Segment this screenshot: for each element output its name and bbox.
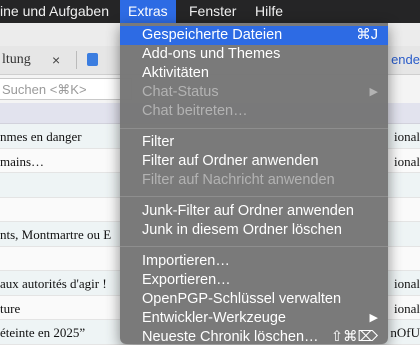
menu-fenster[interactable]: Fenster (181, 0, 244, 23)
menu-item-label: Gespeicherte Dateien (142, 27, 283, 43)
extras-dropdown-menu: Gespeicherte Dateien ⌘J Add-ons und Them… (120, 23, 388, 344)
menu-item-label: Neueste Chronik löschen… (142, 329, 319, 344)
menu-extras[interactable]: Extras (120, 0, 176, 23)
menu-item-filter-auf-nachricht[interactable]: Filter auf Nachricht anwenden (120, 171, 388, 190)
submenu-arrow-icon: ▶ (369, 312, 378, 324)
menu-item-junk-filter-auf-ordner[interactable]: Junk-Filter auf Ordner anwenden (120, 202, 388, 221)
message-correspondent: nOfU (390, 325, 420, 340)
menu-item-filter[interactable]: Filter (120, 133, 388, 152)
message-subject: éteinte en 2025” (0, 325, 86, 340)
message-subject: mains… (0, 153, 45, 169)
menu-item-label: Aktivitäten (142, 65, 209, 81)
toolbar-send-label[interactable]: ende (391, 46, 420, 74)
menu-item-junk-loeschen[interactable]: Junk in diesem Ordner löschen (120, 221, 388, 240)
menu-hilfe[interactable]: Hilfe (247, 0, 291, 23)
menu-item-label: Chat beitreten… (142, 103, 248, 119)
shortcut-label: ⌘J (356, 27, 378, 43)
menu-item-label: Entwickler-Werkzeuge (142, 310, 286, 326)
menu-item-importieren[interactable]: Importieren… (120, 252, 388, 271)
shortcut-label: ⇧⌘⌦ (330, 329, 378, 344)
search-input[interactable]: Suchen <⌘K> (0, 78, 132, 100)
menu-separator (120, 246, 388, 247)
message-subject: aux autorités d'agir ! (0, 276, 107, 291)
message-correspondent: ional (394, 129, 420, 144)
menu-termine-und-aufgaben[interactable]: ine und Aufgaben (0, 0, 117, 23)
menu-item-chat-status[interactable]: Chat-Status ▶ (120, 83, 388, 102)
menu-separator (120, 128, 388, 129)
menu-item-label: Filter auf Ordner anwenden (142, 153, 319, 169)
menu-item-label: Filter auf Nachricht anwenden (142, 172, 335, 188)
menu-item-exportieren[interactable]: Exportieren… (120, 271, 388, 290)
menu-item-filter-auf-ordner[interactable]: Filter auf Ordner anwenden (120, 152, 388, 171)
menu-item-label: Junk-Filter auf Ordner anwenden (142, 203, 354, 219)
menu-item-add-ons-und-themes[interactable]: Add-ons und Themes (120, 45, 388, 64)
menu-item-label: Exportieren… (142, 272, 231, 288)
address-book-icon[interactable] (87, 53, 98, 66)
menu-item-label: Filter (142, 134, 175, 150)
menu-item-label: Junk in diesem Ordner löschen (142, 222, 342, 238)
menu-bar: ine und Aufgaben Extras Fenster Hilfe (0, 0, 420, 23)
toolbar-divider (76, 51, 77, 69)
message-correspondent: ional (394, 276, 420, 291)
menu-item-label: Add-ons und Themes (142, 46, 281, 62)
menu-item-openpgp-schluessel[interactable]: OpenPGP-Schlüssel verwalten (120, 290, 388, 309)
menu-item-label: Chat-Status (142, 84, 219, 100)
menu-item-chat-beitreten[interactable]: Chat beitreten… (120, 102, 388, 121)
menu-separator (120, 196, 388, 197)
menu-item-entwickler-werkzeuge[interactable]: Entwickler-Werkzeuge ▶ (120, 309, 388, 328)
submenu-arrow-icon: ▶ (369, 86, 378, 98)
message-subject: nmes en danger (0, 129, 82, 144)
message-subject: nts, Montmartre ou E (0, 227, 112, 242)
menu-item-label: Importieren… (142, 253, 230, 269)
menu-item-chronik-loeschen[interactable]: Neueste Chronik löschen… ⇧⌘⌦ (120, 328, 388, 344)
message-correspondent: ional (394, 153, 420, 169)
menu-item-label: OpenPGP-Schlüssel verwalten (142, 291, 342, 307)
tab-mail[interactable]: ltung (0, 46, 31, 74)
menu-item-aktivitaeten[interactable]: Aktivitäten (120, 64, 388, 83)
close-icon[interactable]: × (52, 46, 60, 74)
message-subject: ture (0, 300, 21, 316)
message-correspondent: ional (394, 300, 420, 316)
menu-item-gespeicherte-dateien[interactable]: Gespeicherte Dateien ⌘J (120, 26, 388, 45)
